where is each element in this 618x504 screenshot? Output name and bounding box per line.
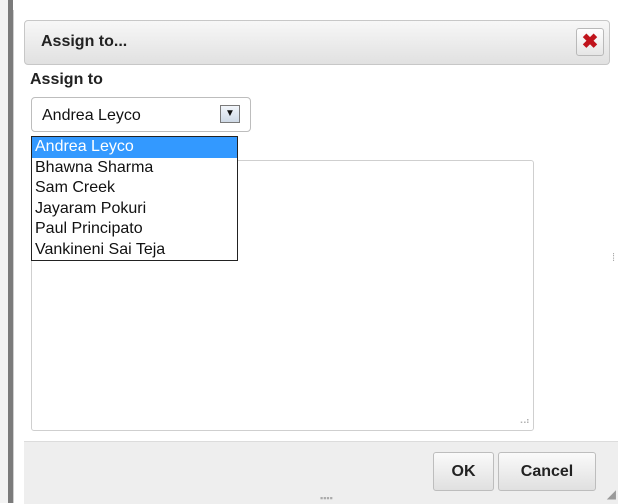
close-icon: ✖	[581, 31, 599, 53]
dialog-footer: OK Cancel ▪▪▪▪ ◢	[24, 441, 618, 504]
textarea-resize-icon[interactable]: ⠠⠴	[516, 416, 530, 427]
dropdown-option[interactable]: Vankineni Sai Teja	[32, 240, 237, 261]
vertical-resize-grip-icon[interactable]: ⁞	[612, 253, 615, 264]
dialog-titlebar[interactable]: Assign to... ✖	[24, 20, 610, 65]
close-button[interactable]: ✖	[576, 28, 604, 56]
select-arrow-button[interactable]: ▼	[220, 105, 240, 123]
cancel-button[interactable]: Cancel	[498, 452, 596, 491]
dropdown-option[interactable]: Paul Principato	[32, 219, 237, 240]
dropdown-option[interactable]: Jayaram Pokuri	[32, 199, 237, 220]
dialog-title: Assign to...	[41, 33, 128, 50]
dropdown-option[interactable]: Sam Creek	[32, 178, 237, 199]
select-value: Andrea Leyco	[42, 107, 141, 124]
horizontal-resize-grip-icon[interactable]: ▪▪▪▪	[320, 493, 333, 503]
background-page-edge	[0, 0, 13, 503]
dropdown-option[interactable]: Bhawna Sharma	[32, 158, 237, 179]
chevron-down-icon: ▼	[225, 108, 235, 119]
assign-to-dropdown-list: Andrea Leyco Bhawna Sharma Sam Creek Jay…	[31, 136, 238, 261]
assign-dialog: Assign to... ✖ Assign to Andrea Leyco ▼ …	[13, 10, 618, 504]
dropdown-option[interactable]: Andrea Leyco	[32, 137, 237, 158]
ok-button[interactable]: OK	[433, 452, 494, 491]
assign-to-label: Assign to	[30, 71, 103, 88]
assign-to-select[interactable]: Andrea Leyco ▼	[31, 97, 251, 132]
resize-grip-icon[interactable]: ◢	[607, 487, 616, 501]
